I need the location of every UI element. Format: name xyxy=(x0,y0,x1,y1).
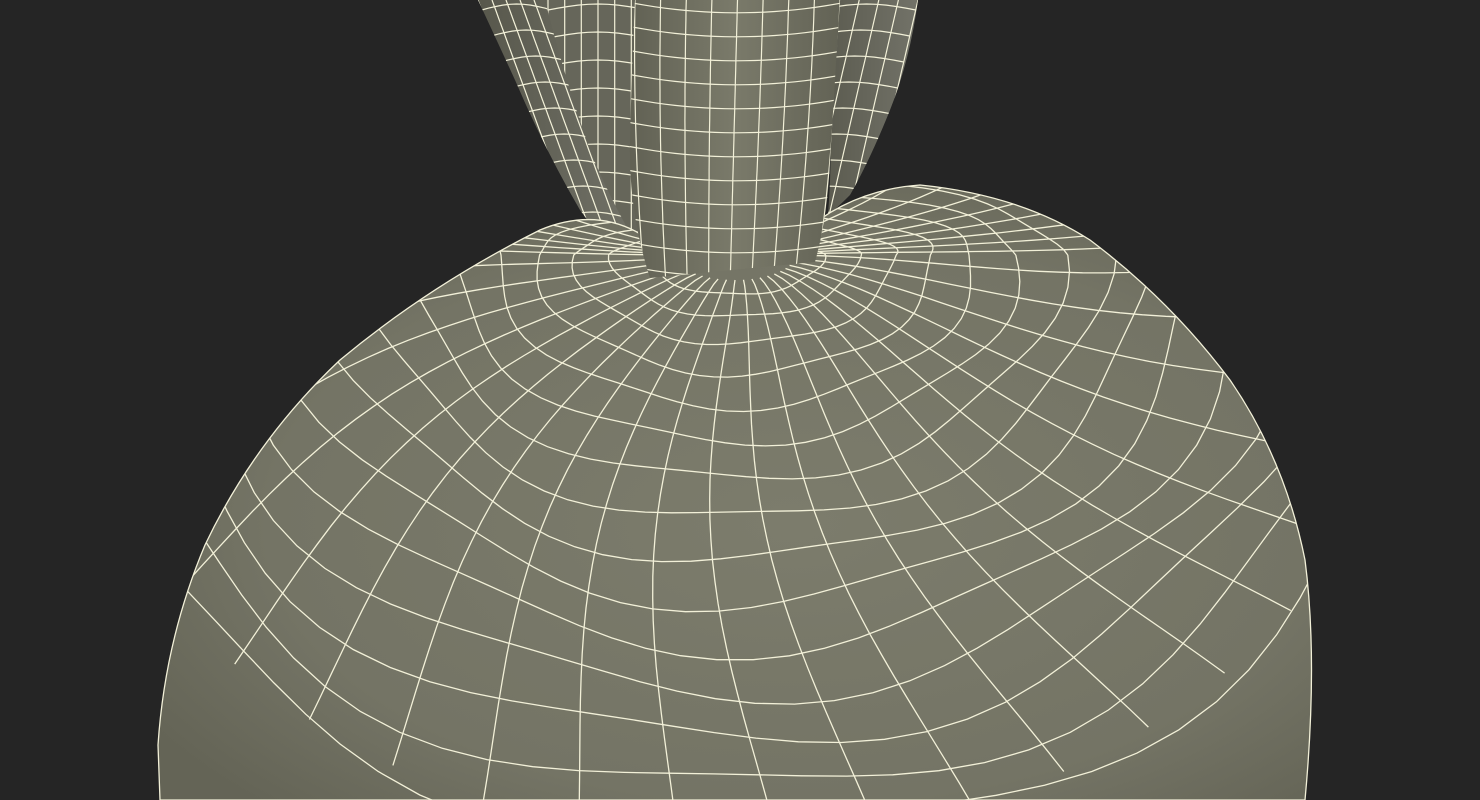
stem-front xyxy=(629,0,840,278)
wireframe-model-render xyxy=(0,0,1480,800)
3d-viewport[interactable] xyxy=(0,0,1480,800)
